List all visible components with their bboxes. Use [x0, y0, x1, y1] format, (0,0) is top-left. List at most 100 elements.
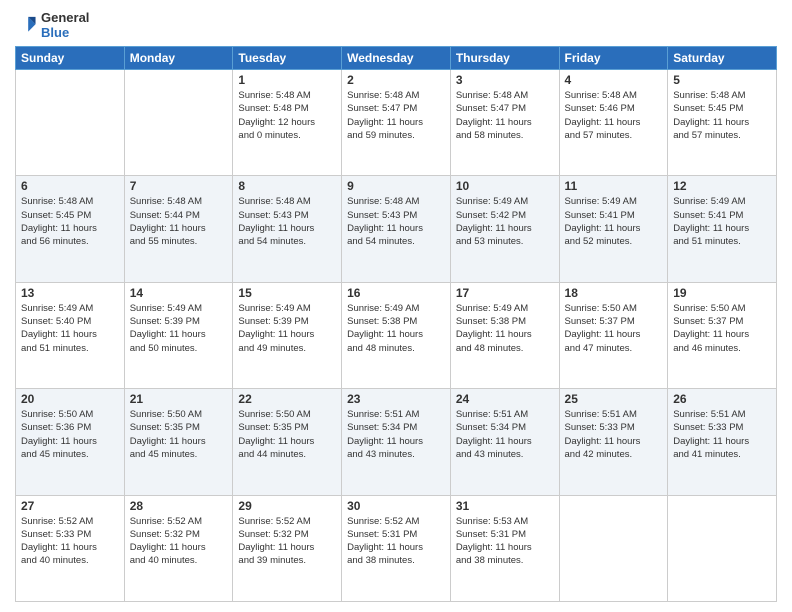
- header-cell-monday: Monday: [124, 47, 233, 70]
- cell-info: Sunrise: 5:49 AMSunset: 5:39 PMDaylight:…: [238, 302, 336, 355]
- cell-info: Sunrise: 5:49 AMSunset: 5:41 PMDaylight:…: [673, 195, 771, 248]
- cell-info: Sunrise: 5:51 AMSunset: 5:33 PMDaylight:…: [565, 408, 663, 461]
- day-number: 15: [238, 286, 336, 300]
- header-cell-friday: Friday: [559, 47, 668, 70]
- day-number: 18: [565, 286, 663, 300]
- calendar-cell: 18 Sunrise: 5:50 AMSunset: 5:37 PMDayligh…: [559, 282, 668, 388]
- calendar-cell: 3 Sunrise: 5:48 AMSunset: 5:47 PMDaylight…: [450, 70, 559, 176]
- header: General Blue: [15, 10, 777, 40]
- calendar-cell: 6 Sunrise: 5:48 AMSunset: 5:45 PMDaylight…: [16, 176, 125, 282]
- day-number: 1: [238, 73, 336, 87]
- cell-info: Sunrise: 5:50 AMSunset: 5:36 PMDaylight:…: [21, 408, 119, 461]
- cell-info: Sunrise: 5:51 AMSunset: 5:34 PMDaylight:…: [456, 408, 554, 461]
- cell-info: Sunrise: 5:51 AMSunset: 5:33 PMDaylight:…: [673, 408, 771, 461]
- day-number: 25: [565, 392, 663, 406]
- cell-info: Sunrise: 5:48 AMSunset: 5:47 PMDaylight:…: [347, 89, 445, 142]
- day-number: 16: [347, 286, 445, 300]
- day-number: 24: [456, 392, 554, 406]
- calendar-cell: 26Sunrise: 5:51 AMSunset: 5:33 PMDayligh…: [668, 389, 777, 495]
- day-number: 5: [673, 73, 771, 87]
- header-cell-wednesday: Wednesday: [342, 47, 451, 70]
- cell-info: Sunrise: 5:52 AMSunset: 5:32 PMDaylight:…: [130, 515, 228, 568]
- calendar-table: SundayMondayTuesdayWednesdayThursdayFrid…: [15, 46, 777, 602]
- week-row-1: 6 Sunrise: 5:48 AMSunset: 5:45 PMDaylight…: [16, 176, 777, 282]
- cell-info: Sunrise: 5:48 AMSunset: 5:45 PMDaylight:…: [673, 89, 771, 142]
- day-number: 12: [673, 179, 771, 193]
- calendar-cell: 23Sunrise: 5:51 AMSunset: 5:34 PMDayligh…: [342, 389, 451, 495]
- calendar-cell: 12 Sunrise: 5:49 AMSunset: 5:41 PMDayligh…: [668, 176, 777, 282]
- calendar-cell: 4 Sunrise: 5:48 AMSunset: 5:46 PMDaylight…: [559, 70, 668, 176]
- day-number: 3: [456, 73, 554, 87]
- calendar-cell: 31 Sunrise: 5:53 AMSunset: 5:31 PMDayligh…: [450, 495, 559, 601]
- day-number: 28: [130, 499, 228, 513]
- week-row-4: 27 Sunrise: 5:52 AMSunset: 5:33 PMDayligh…: [16, 495, 777, 601]
- week-row-2: 13Sunrise: 5:49 AMSunset: 5:40 PMDayligh…: [16, 282, 777, 388]
- header-cell-saturday: Saturday: [668, 47, 777, 70]
- calendar-cell: 20 Sunrise: 5:50 AMSunset: 5:36 PMDayligh…: [16, 389, 125, 495]
- cell-info: Sunrise: 5:52 AMSunset: 5:32 PMDaylight:…: [238, 515, 336, 568]
- day-number: 17: [456, 286, 554, 300]
- cell-info: Sunrise: 5:48 AMSunset: 5:44 PMDaylight:…: [130, 195, 228, 248]
- week-row-3: 20 Sunrise: 5:50 AMSunset: 5:36 PMDayligh…: [16, 389, 777, 495]
- calendar-cell: 24 Sunrise: 5:51 AMSunset: 5:34 PMDayligh…: [450, 389, 559, 495]
- cell-info: Sunrise: 5:48 AMSunset: 5:46 PMDaylight:…: [565, 89, 663, 142]
- day-number: 13: [21, 286, 119, 300]
- cell-info: Sunrise: 5:48 AMSunset: 5:43 PMDaylight:…: [347, 195, 445, 248]
- week-row-0: 1 Sunrise: 5:48 AMSunset: 5:48 PMDaylight…: [16, 70, 777, 176]
- calendar-cell: 25 Sunrise: 5:51 AMSunset: 5:33 PMDayligh…: [559, 389, 668, 495]
- calendar-cell: [559, 495, 668, 601]
- header-cell-tuesday: Tuesday: [233, 47, 342, 70]
- calendar-cell: 11 Sunrise: 5:49 AMSunset: 5:41 PMDayligh…: [559, 176, 668, 282]
- cell-info: Sunrise: 5:49 AMSunset: 5:38 PMDaylight:…: [347, 302, 445, 355]
- day-number: 10: [456, 179, 554, 193]
- cell-info: Sunrise: 5:50 AMSunset: 5:37 PMDaylight:…: [565, 302, 663, 355]
- day-number: 4: [565, 73, 663, 87]
- calendar-cell: 28 Sunrise: 5:52 AMSunset: 5:32 PMDayligh…: [124, 495, 233, 601]
- cell-info: Sunrise: 5:52 AMSunset: 5:31 PMDaylight:…: [347, 515, 445, 568]
- page: General Blue SundayMondayTuesdayWednesda…: [0, 0, 792, 612]
- day-number: 11: [565, 179, 663, 193]
- cell-info: Sunrise: 5:50 AMSunset: 5:37 PMDaylight:…: [673, 302, 771, 355]
- calendar-cell: 22Sunrise: 5:50 AMSunset: 5:35 PMDayligh…: [233, 389, 342, 495]
- calendar-cell: 29 Sunrise: 5:52 AMSunset: 5:32 PMDayligh…: [233, 495, 342, 601]
- cell-info: Sunrise: 5:53 AMSunset: 5:31 PMDaylight:…: [456, 515, 554, 568]
- cell-info: Sunrise: 5:48 AMSunset: 5:47 PMDaylight:…: [456, 89, 554, 142]
- logo-text: General Blue: [41, 10, 89, 40]
- day-number: 2: [347, 73, 445, 87]
- cell-info: Sunrise: 5:52 AMSunset: 5:33 PMDaylight:…: [21, 515, 119, 568]
- calendar-cell: 8Sunrise: 5:48 AMSunset: 5:43 PMDaylight…: [233, 176, 342, 282]
- day-number: 20: [21, 392, 119, 406]
- calendar-cell: [124, 70, 233, 176]
- header-cell-sunday: Sunday: [16, 47, 125, 70]
- day-number: 6: [21, 179, 119, 193]
- cell-info: Sunrise: 5:50 AMSunset: 5:35 PMDaylight:…: [130, 408, 228, 461]
- day-number: 19: [673, 286, 771, 300]
- day-number: 21: [130, 392, 228, 406]
- cell-info: Sunrise: 5:49 AMSunset: 5:41 PMDaylight:…: [565, 195, 663, 248]
- cell-info: Sunrise: 5:48 AMSunset: 5:45 PMDaylight:…: [21, 195, 119, 248]
- cell-info: Sunrise: 5:48 AMSunset: 5:48 PMDaylight:…: [238, 89, 336, 142]
- day-number: 9: [347, 179, 445, 193]
- day-number: 27: [21, 499, 119, 513]
- calendar-cell: 2 Sunrise: 5:48 AMSunset: 5:47 PMDaylight…: [342, 70, 451, 176]
- cell-info: Sunrise: 5:49 AMSunset: 5:42 PMDaylight:…: [456, 195, 554, 248]
- day-number: 30: [347, 499, 445, 513]
- header-cell-thursday: Thursday: [450, 47, 559, 70]
- cell-info: Sunrise: 5:51 AMSunset: 5:34 PMDaylight:…: [347, 408, 445, 461]
- calendar-cell: 14Sunrise: 5:49 AMSunset: 5:39 PMDayligh…: [124, 282, 233, 388]
- calendar-cell: 21 Sunrise: 5:50 AMSunset: 5:35 PMDayligh…: [124, 389, 233, 495]
- calendar-cell: 16 Sunrise: 5:49 AMSunset: 5:38 PMDayligh…: [342, 282, 451, 388]
- calendar-cell: 15 Sunrise: 5:49 AMSunset: 5:39 PMDayligh…: [233, 282, 342, 388]
- calendar-cell: 17Sunrise: 5:49 AMSunset: 5:38 PMDayligh…: [450, 282, 559, 388]
- cell-info: Sunrise: 5:48 AMSunset: 5:43 PMDaylight:…: [238, 195, 336, 248]
- cell-info: Sunrise: 5:49 AMSunset: 5:39 PMDaylight:…: [130, 302, 228, 355]
- calendar-cell: 30 Sunrise: 5:52 AMSunset: 5:31 PMDayligh…: [342, 495, 451, 601]
- day-number: 7: [130, 179, 228, 193]
- cell-info: Sunrise: 5:50 AMSunset: 5:35 PMDaylight:…: [238, 408, 336, 461]
- calendar-cell: 5 Sunrise: 5:48 AMSunset: 5:45 PMDaylight…: [668, 70, 777, 176]
- calendar-cell: 19 Sunrise: 5:50 AMSunset: 5:37 PMDayligh…: [668, 282, 777, 388]
- calendar-body: 1 Sunrise: 5:48 AMSunset: 5:48 PMDaylight…: [16, 70, 777, 602]
- calendar-cell: 7 Sunrise: 5:48 AMSunset: 5:44 PMDaylight…: [124, 176, 233, 282]
- day-number: 31: [456, 499, 554, 513]
- day-number: 29: [238, 499, 336, 513]
